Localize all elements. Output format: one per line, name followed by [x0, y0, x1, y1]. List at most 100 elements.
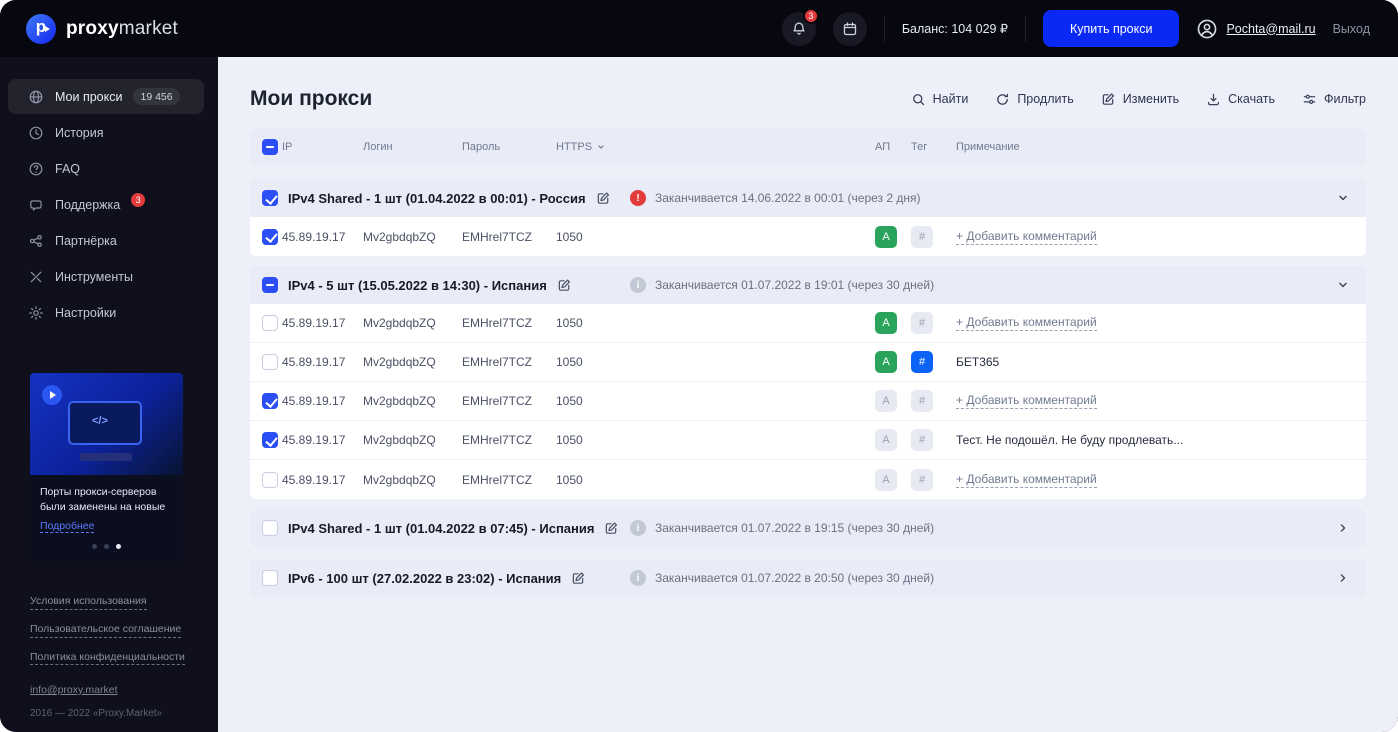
https-label: HTTPS [556, 141, 593, 153]
group-checkbox[interactable] [262, 570, 278, 586]
carousel-dot[interactable] [92, 544, 97, 550]
chevron-down-icon[interactable] [1336, 191, 1350, 205]
rename-group-icon[interactable] [604, 521, 619, 536]
group-header[interactable]: IPv4 Shared - 1 шт (01.04.2022 в 07:45) … [250, 509, 1366, 547]
row-checkbox[interactable] [262, 471, 278, 488]
top-bar: proxymarket 3 Баланс: 104 029 ₽ Купить п… [0, 0, 1398, 57]
tag-badge[interactable]: # [911, 225, 933, 248]
select-all-checkbox[interactable] [262, 139, 278, 155]
refresh-icon [995, 92, 1010, 107]
sidebar-item-support[interactable]: Поддержка 3 [8, 187, 204, 222]
sidebar-item-label: Мои прокси [55, 89, 123, 104]
ip-cell: 45.89.19.17 [282, 355, 346, 369]
port-cell: 1050 [556, 229, 583, 244]
user-email-link[interactable]: Pochta@mail.ru [1226, 22, 1315, 36]
autorenew-badge[interactable]: A [875, 429, 897, 451]
notifications-button[interactable]: 3 [781, 7, 819, 46]
filter-button[interactable]: Фильтр [1302, 92, 1366, 107]
logout-link[interactable]: Выход [1333, 22, 1370, 36]
autorenew-badge[interactable]: A [875, 390, 897, 412]
port-cell: 1050 [556, 394, 583, 408]
ip-cell: 45.89.19.17 [282, 316, 346, 330]
rename-group-icon[interactable] [596, 191, 611, 206]
row-checkbox[interactable] [262, 432, 278, 448]
column-tag: Тег [911, 141, 928, 153]
chevron-down-icon[interactable] [1336, 278, 1350, 292]
sidebar-item-partners[interactable]: Партнёрка [8, 223, 204, 258]
autorenew-badge[interactable]: A [875, 351, 897, 373]
rename-group-icon[interactable] [571, 571, 586, 586]
autorenew-badge[interactable]: A [875, 225, 897, 248]
monitor-icon [68, 401, 142, 445]
sidebar-item-history[interactable]: История [8, 115, 204, 150]
main-header: Мои прокси Найти Продлить Изменить Скача… [250, 87, 1366, 111]
tag-badge[interactable]: # [911, 312, 933, 334]
column-https[interactable]: HTTPS [556, 141, 875, 153]
sidebar-item-faq[interactable]: FAQ [8, 151, 204, 186]
column-autorenew: АП [875, 141, 891, 153]
port-cell: 1050 [556, 472, 583, 487]
row-checkbox[interactable] [262, 354, 278, 370]
row-checkbox[interactable] [262, 315, 278, 331]
search-button[interactable]: Найти [911, 92, 969, 107]
tag-badge[interactable]: # [911, 468, 933, 491]
app-window: proxymarket 3 Баланс: 104 029 ₽ Купить п… [0, 0, 1398, 732]
comment-text[interactable]: БЕТ365 [956, 355, 1366, 369]
sidebar-item-settings[interactable]: Настройки [8, 295, 204, 330]
proxy-group: IPv4 - 5 шт (15.05.2022 в 14:30) - Испан… [250, 266, 1366, 499]
group-title-area: IPv4 Shared - 1 шт (01.04.2022 в 00:01) … [262, 190, 630, 206]
comment-text[interactable]: Тест. Не подошёл. Не буду продлевать... [956, 433, 1366, 447]
user-agreement-link[interactable]: Пользовательское соглашение [30, 623, 182, 638]
privacy-policy-link[interactable]: Политика конфиденциальности [30, 651, 185, 666]
proxy-count-badge: 19 456 [133, 88, 180, 105]
search-label: Найти [932, 92, 969, 106]
login-cell: Mv2gbdqbZQ [363, 229, 436, 244]
globe-icon [28, 89, 44, 105]
tag-badge[interactable]: # [911, 351, 933, 373]
row-checkbox[interactable] [262, 393, 278, 409]
group-header[interactable]: IPv4 - 5 шт (15.05.2022 в 14:30) - Испан… [250, 266, 1366, 304]
tag-badge[interactable]: # [911, 429, 933, 451]
gear-icon [28, 305, 44, 321]
port-cell: 1050 [556, 355, 583, 369]
group-checkbox[interactable] [262, 520, 278, 536]
group-header[interactable]: IPv6 - 100 шт (27.02.2022 в 23:02) - Исп… [250, 559, 1366, 597]
chevron-right-icon[interactable] [1336, 571, 1350, 585]
download-button[interactable]: Скачать [1206, 92, 1275, 107]
group-title: IPv4 Shared - 1 шт (01.04.2022 в 00:01) … [288, 190, 586, 206]
question-icon [28, 161, 44, 177]
add-comment-link[interactable]: + Добавить комментарий [956, 393, 1097, 409]
carousel-dots [30, 534, 183, 561]
tag-badge[interactable]: # [911, 390, 933, 412]
add-comment-link[interactable]: + Добавить комментарий [956, 472, 1097, 488]
port-cell: 1050 [556, 433, 583, 447]
add-comment-link[interactable]: + Добавить комментарий [956, 315, 1097, 331]
buy-proxy-button[interactable]: Купить прокси [1042, 10, 1180, 47]
autorenew-badge[interactable]: A [875, 312, 897, 334]
support-email-link[interactable]: info@proxy.market [30, 684, 118, 696]
carousel-dot-active[interactable] [116, 544, 121, 550]
promo-more-link[interactable]: Подробнее [40, 520, 95, 534]
group-header[interactable]: IPv4 Shared - 1 шт (01.04.2022 в 00:01) … [250, 179, 1366, 217]
terms-link[interactable]: Условия использования [30, 595, 147, 611]
sidebar-item-my-proxies[interactable]: Мои прокси 19 456 [8, 79, 204, 114]
group-checkbox[interactable] [262, 277, 278, 293]
expiry-text: Заканчивается 01.07.2022 в 19:01 (через … [655, 278, 935, 292]
chevron-right-icon[interactable] [1336, 521, 1350, 535]
edit-button[interactable]: Изменить [1101, 92, 1179, 107]
sidebar-nav: Мои прокси 19 456 История FAQ Поддержка … [0, 79, 218, 331]
promo-image [30, 373, 183, 475]
group-status: i Заканчивается 01.07.2022 в 19:01 (чере… [630, 277, 1336, 293]
rename-group-icon[interactable] [557, 278, 572, 293]
carousel-dot[interactable] [104, 544, 109, 550]
group-checkbox[interactable] [262, 190, 278, 206]
renew-button[interactable]: Продлить [995, 92, 1074, 107]
sidebar-item-tools[interactable]: Инструменты [8, 259, 204, 294]
logo[interactable]: proxymarket [26, 13, 178, 44]
autorenew-badge[interactable]: A [875, 468, 897, 491]
login-cell: Mv2gbdqbZQ [363, 355, 436, 369]
row-checkbox[interactable] [262, 228, 278, 245]
calendar-button[interactable] [832, 11, 867, 46]
add-comment-link[interactable]: + Добавить комментарий [956, 229, 1097, 245]
group-status: ! Заканчивается 14.06.2022 в 00:01 (чере… [630, 190, 1336, 206]
